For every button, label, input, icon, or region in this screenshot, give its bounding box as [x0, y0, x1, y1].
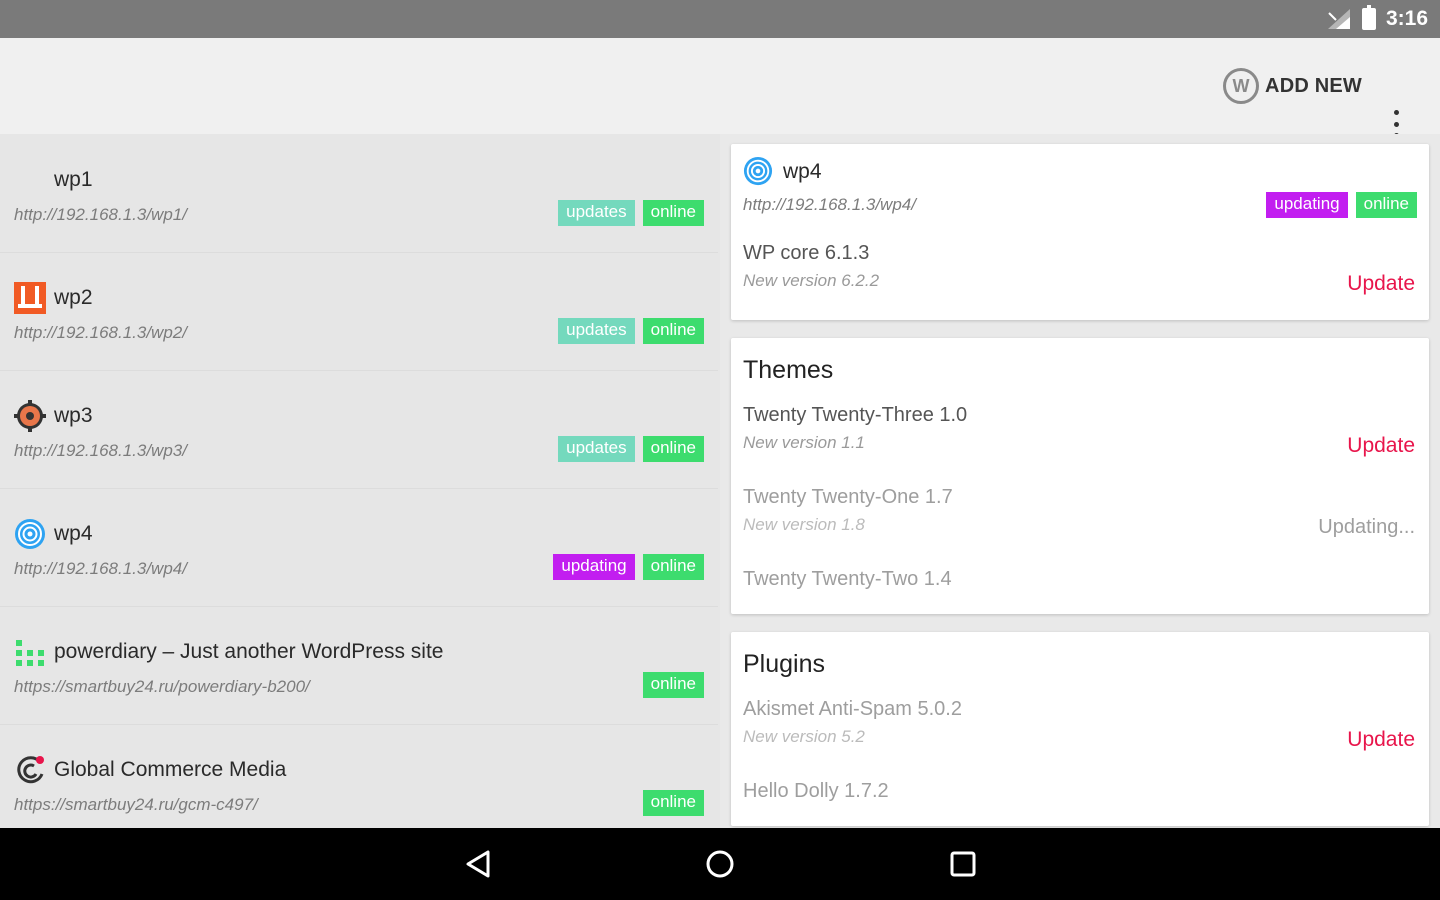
- theme-name: Twenty Twenty-Three 1.0: [743, 404, 968, 426]
- site-badges: updates online: [558, 200, 704, 226]
- recents-icon[interactable]: [943, 844, 983, 884]
- plugin-name: Akismet Anti-Spam 5.0.2: [743, 698, 962, 720]
- core-new-version: New version 6.2.2: [743, 271, 880, 290]
- theme-new-version: New version 1.8: [743, 515, 865, 534]
- site-url: https://smartbuy24.ru/gcm-c497/: [14, 795, 258, 814]
- spiral-logo-icon: [743, 156, 773, 186]
- site-list-item[interactable]: powerdiary – Just another WordPress site…: [0, 610, 718, 728]
- online-badge: online: [642, 318, 704, 344]
- app-bar: ADD NEW: [0, 38, 1440, 138]
- divider: [0, 252, 718, 253]
- site-badges: updates online: [558, 436, 704, 462]
- site-list-item[interactable]: wp2 http://192.168.1.3/wp2/ updates onli…: [0, 256, 718, 374]
- detail-badges: updating online: [1266, 192, 1417, 218]
- site-badges: updating online: [553, 554, 704, 580]
- gcm-logo-icon: [17, 756, 44, 784]
- updates-badge: updates: [558, 436, 635, 462]
- site-badges: updates online: [558, 318, 704, 344]
- themes-card: Themes Twenty Twenty-Three 1.0 New versi…: [731, 338, 1429, 614]
- plugin-name: Hello Dolly 1.7.2: [743, 780, 889, 802]
- plugin-new-version: New version 5.2: [743, 727, 865, 746]
- add-new-label: ADD NEW: [1265, 74, 1362, 97]
- detail-site-name: wp4: [783, 160, 822, 183]
- clock: 3:16: [1385, 7, 1428, 30]
- plugins-card: Plugins Akismet Anti-Spam 5.0.2 New vers…: [731, 632, 1429, 826]
- site-detail-pane: wp4 http://192.168.1.3/wp4/ updating onl…: [720, 134, 1440, 828]
- online-badge: online: [642, 200, 704, 226]
- dots-logo-icon: [16, 640, 44, 666]
- theme-name: Twenty Twenty-One 1.7: [743, 486, 953, 508]
- site-name: wp1: [54, 168, 93, 191]
- spiral-logo-icon: [15, 519, 45, 549]
- online-badge: online: [642, 436, 704, 462]
- site-name: wp4: [54, 522, 93, 545]
- online-badge: online: [1355, 192, 1417, 218]
- themes-title: Themes: [743, 356, 834, 384]
- updates-badge: updates: [558, 200, 635, 226]
- online-badge: online: [642, 554, 704, 580]
- core-card: wp4 http://192.168.1.3/wp4/ updating onl…: [731, 144, 1429, 320]
- home-icon[interactable]: [700, 844, 740, 884]
- updating-badge: updating: [553, 554, 635, 580]
- site-url: http://192.168.1.3/wp1/: [14, 205, 187, 224]
- battery-icon: [1361, 5, 1376, 30]
- site-url: http://192.168.1.3/wp2/: [14, 323, 187, 342]
- back-icon[interactable]: [458, 844, 498, 884]
- divider: [0, 724, 718, 725]
- site-name: wp2: [54, 286, 93, 309]
- signal-icon: [1327, 9, 1350, 29]
- theme-updating-status: Updating...: [1318, 516, 1415, 538]
- divider: [0, 488, 718, 489]
- site-badges: online: [642, 790, 704, 816]
- detail-site-url: http://192.168.1.3/wp4/: [743, 195, 916, 214]
- system-nav-bar: [0, 828, 1440, 900]
- updates-badge: updates: [558, 318, 635, 344]
- theme-new-version: New version 1.1: [743, 433, 865, 452]
- site-list-item[interactable]: wp3 http://192.168.1.3/wp3/ updates onli…: [0, 374, 718, 492]
- theme-name: Twenty Twenty-Two 1.4: [743, 568, 952, 590]
- orange-logo-icon: [14, 282, 46, 314]
- plugin-update-button[interactable]: Update: [1347, 728, 1415, 752]
- online-badge: online: [642, 672, 704, 698]
- blank-icon: [14, 164, 46, 196]
- divider: [0, 606, 718, 607]
- wordpress-icon: [1223, 68, 1260, 104]
- site-badges: online: [642, 672, 704, 698]
- updating-badge: updating: [1266, 192, 1348, 218]
- site-name: powerdiary – Just another WordPress site: [54, 640, 444, 663]
- online-badge: online: [642, 790, 704, 816]
- core-version: WP core 6.1.3: [743, 242, 870, 264]
- site-list-item[interactable]: wp1 http://192.168.1.3/wp1/ updates onli…: [0, 138, 718, 256]
- site-url: http://192.168.1.3/wp3/: [14, 441, 187, 460]
- theme-update-button[interactable]: Update: [1347, 434, 1415, 458]
- site-url: https://smartbuy24.ru/powerdiary-b200/: [14, 677, 310, 696]
- status-bar: 3:16: [0, 0, 1440, 38]
- site-name: wp3: [54, 404, 93, 427]
- gear-logo-icon: [14, 400, 46, 432]
- status-icons: 3:16: [1326, 0, 1428, 38]
- core-update-button[interactable]: Update: [1347, 272, 1415, 296]
- divider: [0, 370, 718, 371]
- add-new-button[interactable]: ADD NEW: [1223, 66, 1362, 106]
- site-list-item[interactable]: wp4 http://192.168.1.3/wp4/ updating onl…: [0, 492, 718, 610]
- site-list: wp1 http://192.168.1.3/wp1/ updates onli…: [0, 134, 718, 828]
- site-url: http://192.168.1.3/wp4/: [14, 559, 187, 578]
- site-name: Global Commerce Media: [54, 758, 287, 781]
- plugins-title: Plugins: [743, 650, 825, 678]
- site-list-item[interactable]: Global Commerce Media https://smartbuy24…: [0, 728, 718, 828]
